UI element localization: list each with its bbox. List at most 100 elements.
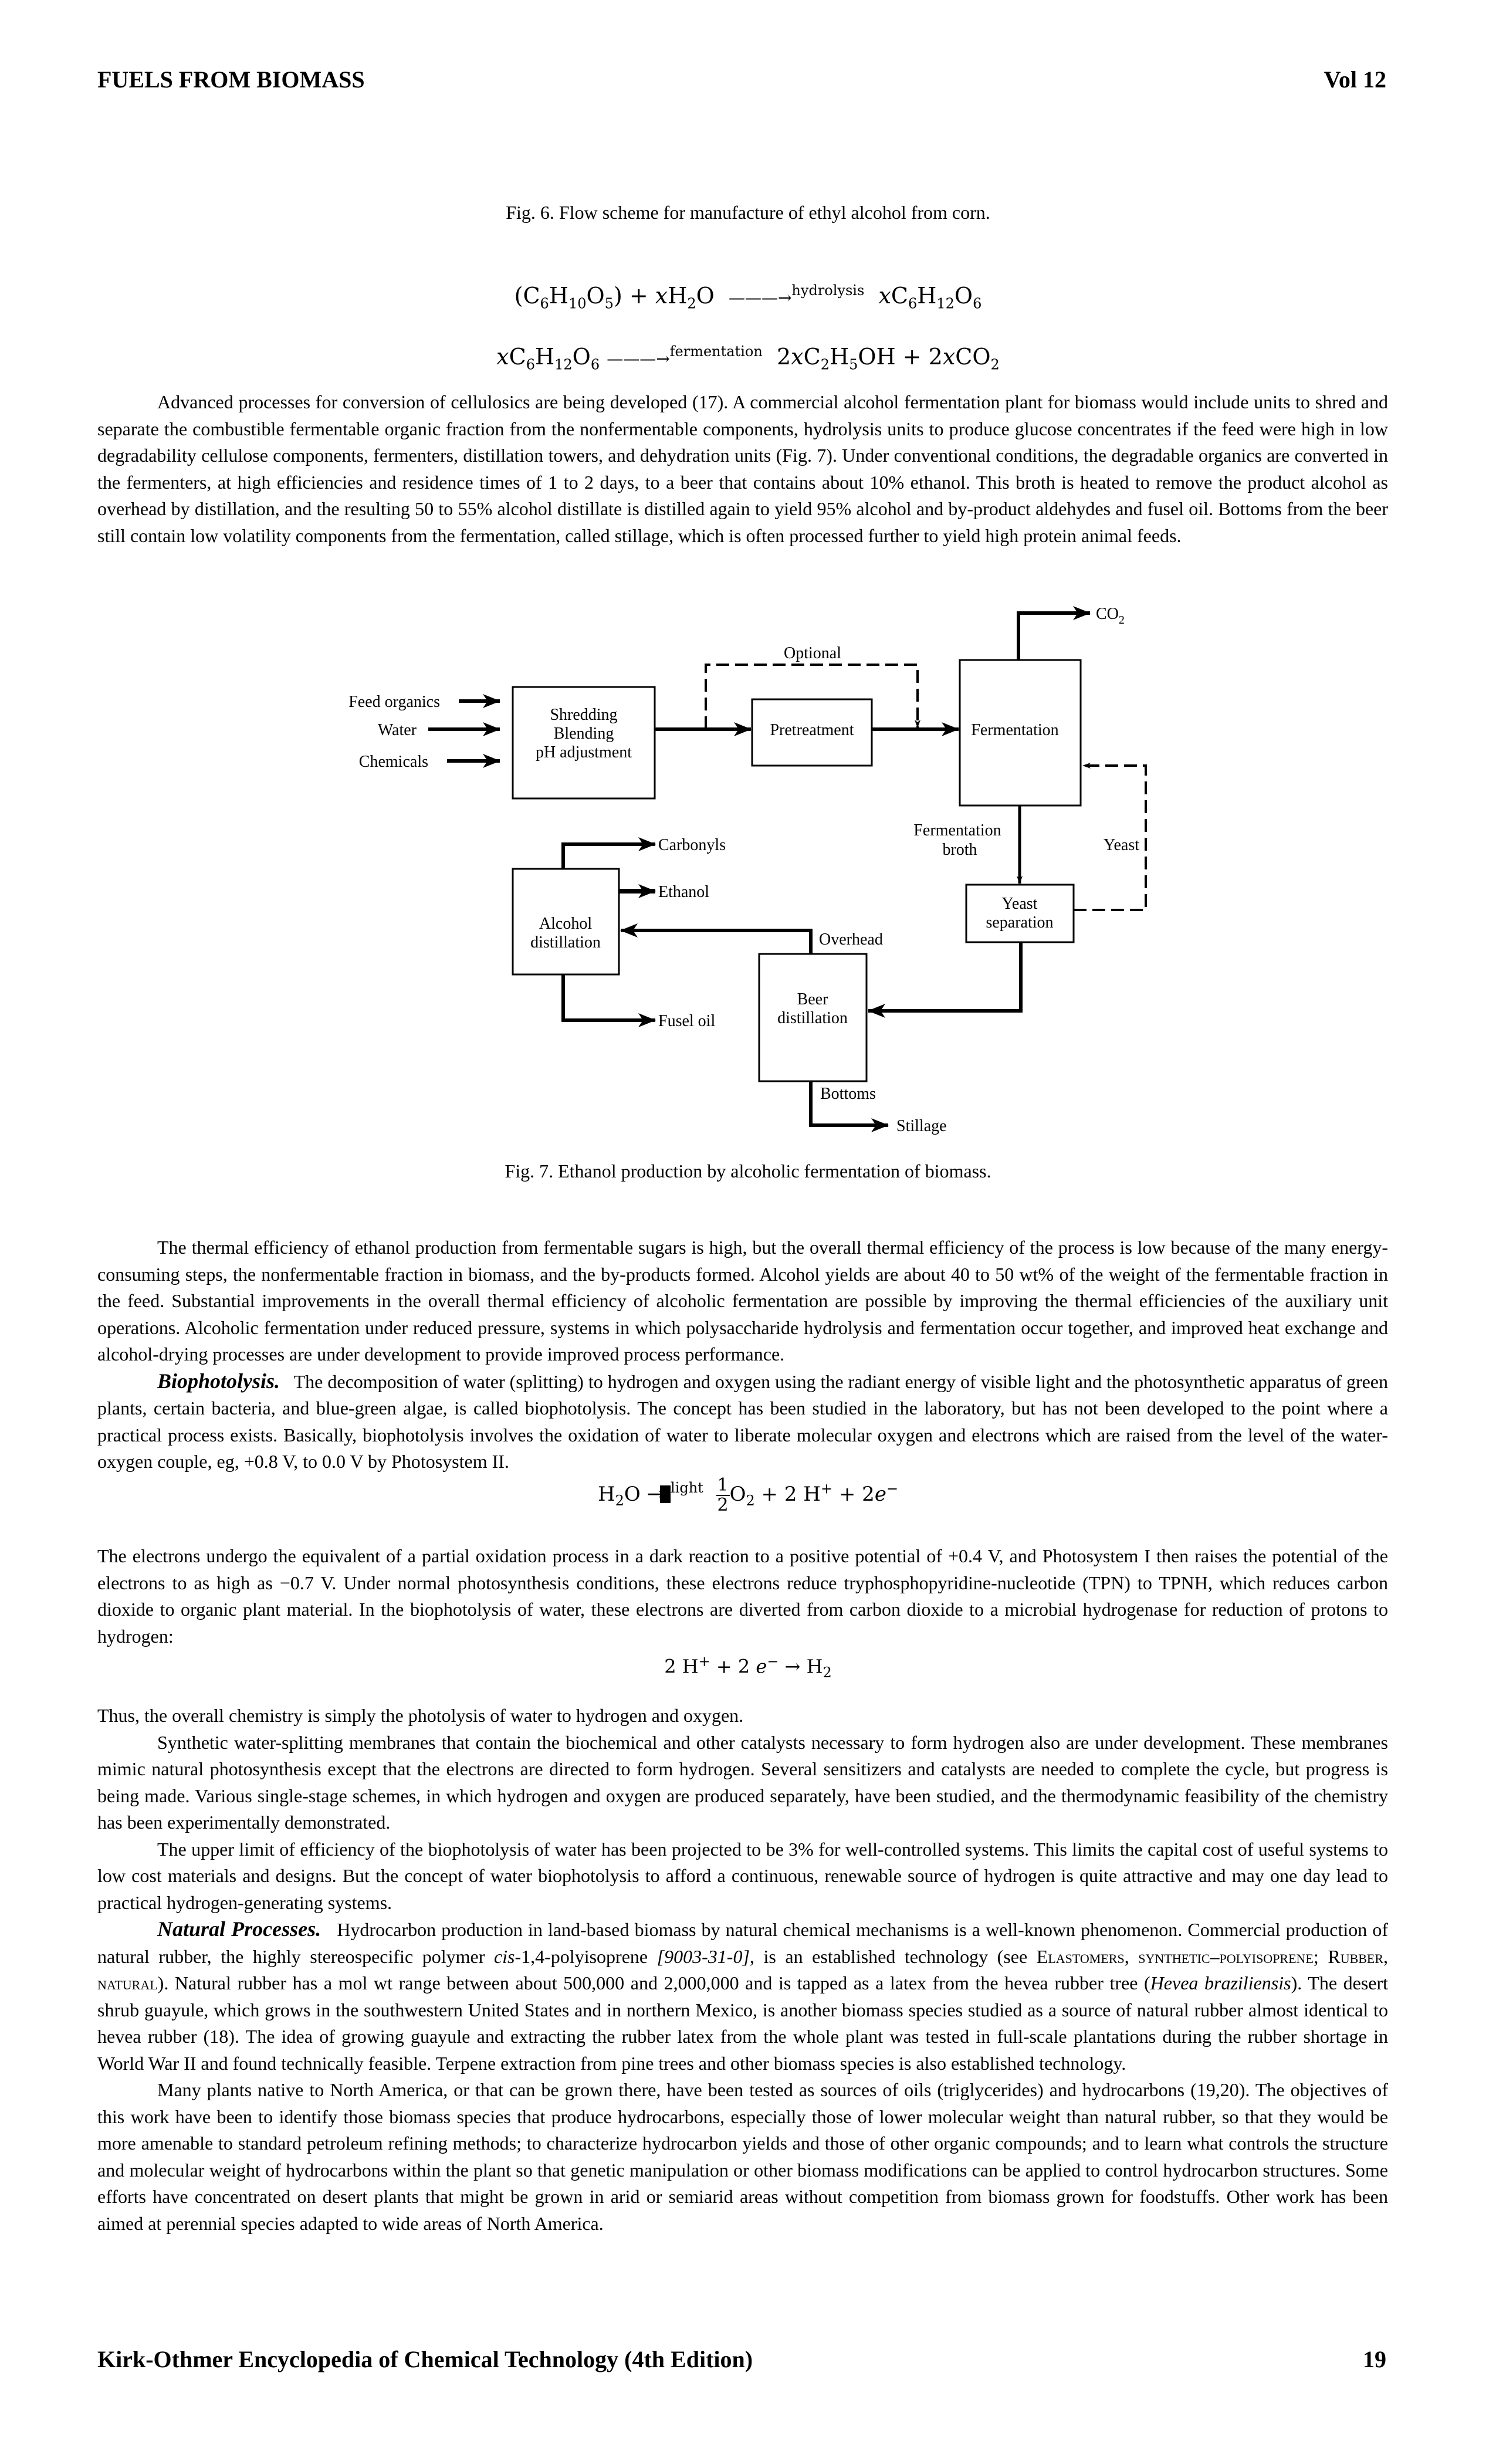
eq-sup: + [698,1653,710,1670]
arrow-annotation: fermentation [669,343,763,360]
eq-text: ) + [613,283,655,309]
paragraph-thermal-efficiency: The thermal efficiency of ethanol produc… [97,1234,1388,1475]
eq-text: C [509,344,526,370]
section-heading-biophotolysis: Biophotolysis. [157,1369,280,1393]
label-stillage: Stillage [896,1117,947,1135]
label-fusel-oil: Fusel oil [658,1012,715,1030]
equation-hydrogenase: 2 H+ + 2 e− → H2 [0,1653,1496,1681]
reaction-arrow: ———→ [728,288,792,307]
eq-sub: 6 [540,295,549,312]
eq-text: + 2 [832,1483,875,1506]
section-heading-natural-processes: Natural Processes. [157,1917,321,1941]
box-label: Fermentation [971,721,1058,739]
paragraph-text: Advanced processes for conversion of cel… [97,391,1388,546]
paragraph-text: Thus, the overall chemistry is simply th… [97,1705,744,1726]
label-fermentation-broth: Fermentation [913,821,1001,840]
eq-sub: 2 [823,1664,832,1681]
species-name: Hevea braziliensis [1150,1972,1291,1993]
box-label: distillation [530,933,601,952]
fig6-caption: Fig. 6. Flow scheme for manufacture of e… [506,202,990,223]
paragraph-biophotolysis: Biophotolysis. The decomposition of wate… [97,1368,1388,1475]
arrow-overhead [620,923,813,954]
label-bottoms: Bottoms [820,1085,876,1103]
eq-text: H [917,283,937,309]
paragraph-group-lower: Thus, the overall chemistry is simply th… [97,1703,1388,2237]
label-overhead: Overhead [819,930,883,949]
equation-fermentation: xC6H12O6 ———→fermentation 2xC2H5OH + 2xC… [0,343,1496,373]
eq-text: 2 H [664,1655,699,1678]
arrow-fusel-oil [561,974,656,1027]
box-shredding [512,686,656,800]
label-yeast: Yeast [1104,836,1139,854]
fig7-flow-diagram: Feed organics Water Chemicals Shredding … [348,605,1147,1135]
box-label: Blending [554,725,614,743]
eq-var: x [942,344,956,370]
label-ethanol: Ethanol [658,883,709,901]
label-optional: Optional [784,644,841,662]
input-label-chemicals: Chemicals [359,753,428,771]
fraction-numerator: 1 [716,1475,730,1496]
eq-sub: 12 [936,295,955,312]
paragraph-text: ; [1313,1945,1328,1967]
paragraph-text: Synthetic water-splitting membranes that… [97,1731,1388,1833]
eq-text: O [729,1483,746,1506]
eq-text: (C [514,283,540,309]
eq-sup: − [767,1653,779,1670]
eq-text: + 2 H [754,1483,821,1506]
box-label: separation [986,913,1053,932]
paragraph-text: , is an established technology (see [749,1945,1037,1967]
eq-sub: 2 [687,295,696,312]
equation-biophotolysis: H2O → light 1 2 O2 + 2 H+ + 2e− [0,1476,1496,1515]
reaction-arrow: ———→ [607,349,670,368]
paragraph-text: Many plants native to North America, or … [97,2079,1388,2234]
running-head-title: FUELS FROM BIOMASS [97,66,365,93]
box-label: Yeast [1002,895,1038,913]
arrow-carbonyls [561,837,656,869]
rendering-artifact-block [660,1485,671,1503]
paragraph-natural-processes: Natural Processes. Hydrocarbon productio… [97,1916,1388,2077]
eq-sub: 2 [820,356,830,373]
paragraph-electrons: The electrons undergo the equivalent of … [97,1543,1388,1650]
eq-sub: 6 [590,356,600,373]
eq-var: x [791,344,804,370]
eq-text: CO [955,344,991,370]
eq-sup: + [820,1480,833,1497]
eq-text: H [534,344,555,370]
eq-text: O [572,344,591,370]
box-label: Pretreatment [770,721,854,739]
eq-text: → H [779,1655,823,1678]
eq-text: H [597,1483,615,1506]
eq-text: O [696,283,715,309]
input-label-feed-organics: Feed organics [348,693,440,711]
fig7-caption: Fig. 7. Ethanol production by alcoholic … [505,1160,991,1182]
eq-text: H [549,283,568,309]
fraction-one-half: 12 [716,1476,730,1515]
eq-var: e [756,1655,767,1678]
eq-text: H [668,283,688,309]
eq-text: O → [624,1483,664,1506]
eq-sub: 6 [526,356,535,373]
paragraph-text: The upper limit of efficiency of the bio… [97,1838,1388,1913]
cross-reference-link[interactable]: Elastomers, synthetic–polyisoprene [1037,1946,1314,1967]
eq-sub: 2 [990,356,1000,373]
eq-var: x [496,344,509,370]
paragraph-text: -1,4-polyisoprene [515,1945,657,1967]
eq-text: C [891,283,908,309]
eq-text: 2 [776,344,791,370]
fraction-denominator: 2 [717,1495,729,1515]
arrow-annotation: light [671,1480,703,1496]
paragraph-text: The thermal efficiency of ethanol produc… [97,1237,1388,1365]
eq-sub: 2 [746,1492,755,1509]
eq-var: x [655,283,668,309]
eq-sub: 5 [604,295,614,312]
eq-sub: 6 [908,295,918,312]
eq-var: x [878,283,891,309]
eq-sub: 12 [554,356,573,373]
eq-sub: 6 [973,295,982,312]
eq-sub: 10 [568,295,587,312]
eq-text: H [829,344,849,370]
italic-term: cis [493,1945,515,1967]
paragraph-text: The decomposition of water (splitting) t… [97,1370,1389,1473]
arrow-annotation: hydrolysis [791,282,865,299]
box-label: distillation [777,1009,848,1027]
